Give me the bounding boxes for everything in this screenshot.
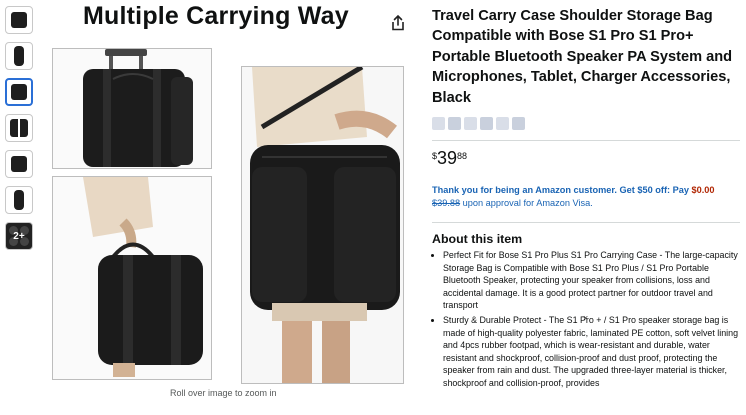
- thumbnail-strip: 2+: [5, 6, 37, 258]
- product-photo-trolley: [52, 48, 212, 169]
- product-photo-shoulder: [241, 66, 404, 384]
- product-thumbnail-icon: [11, 156, 27, 172]
- feature-bullet: Sturdy & Durable Protect - The S1 Pro + …: [443, 314, 742, 390]
- thumbnail-2[interactable]: [5, 42, 33, 70]
- price: $ 39 88: [432, 148, 742, 168]
- product-thumbnail-icon: [14, 190, 24, 210]
- divider: [432, 222, 740, 224]
- image-headline: Multiple Carrying Way: [83, 2, 349, 30]
- price-whole: 39: [437, 148, 458, 169]
- thumbnail-3-active[interactable]: [5, 78, 33, 106]
- product-photo-handheld: [52, 176, 212, 380]
- main-image-panel[interactable]: Multiple Carrying Way Roll over image to…: [45, 0, 410, 415]
- blurred-rating-area: [432, 117, 742, 131]
- thumbnail-5[interactable]: [5, 150, 33, 178]
- close-icon[interactable]: ×: [583, 313, 588, 323]
- thumbnail-6[interactable]: [5, 186, 33, 214]
- promo-tail[interactable]: upon approval for Amazon Visa.: [463, 198, 593, 208]
- promo-old-price: $39.88: [432, 198, 461, 209]
- thumbnail-4[interactable]: [5, 114, 33, 142]
- promo-pay-amount: $0.00: [691, 185, 715, 196]
- product-thumbnail-icon: [14, 46, 24, 66]
- share-icon[interactable]: [390, 14, 406, 32]
- thumbnail-1[interactable]: [5, 6, 33, 34]
- about-heading: About this item: [432, 232, 523, 247]
- divider: [432, 140, 740, 142]
- promo-link[interactable]: Thank you for being an Amazon customer. …: [432, 185, 689, 195]
- product-title: Travel Carry Case Shoulder Storage Bag C…: [432, 8, 733, 106]
- price-fraction: 88: [457, 151, 468, 162]
- more-images-button[interactable]: 2+: [5, 222, 33, 250]
- product-details: Travel Carry Case Shoulder Storage Bag C…: [432, 6, 742, 392]
- product-thumbnail-icon: [11, 12, 27, 28]
- zoom-hint: Roll over image to zoom in: [170, 388, 277, 398]
- more-images-label: 2+: [13, 230, 25, 242]
- product-thumbnail-icon: [10, 119, 28, 137]
- product-thumbnail-icon: [11, 84, 27, 100]
- promo-message: Thank you for being an Amazon customer. …: [432, 184, 742, 210]
- feature-bullet: Perfect Fit for Bose S1 Pro Plus S1 Pro …: [443, 249, 742, 312]
